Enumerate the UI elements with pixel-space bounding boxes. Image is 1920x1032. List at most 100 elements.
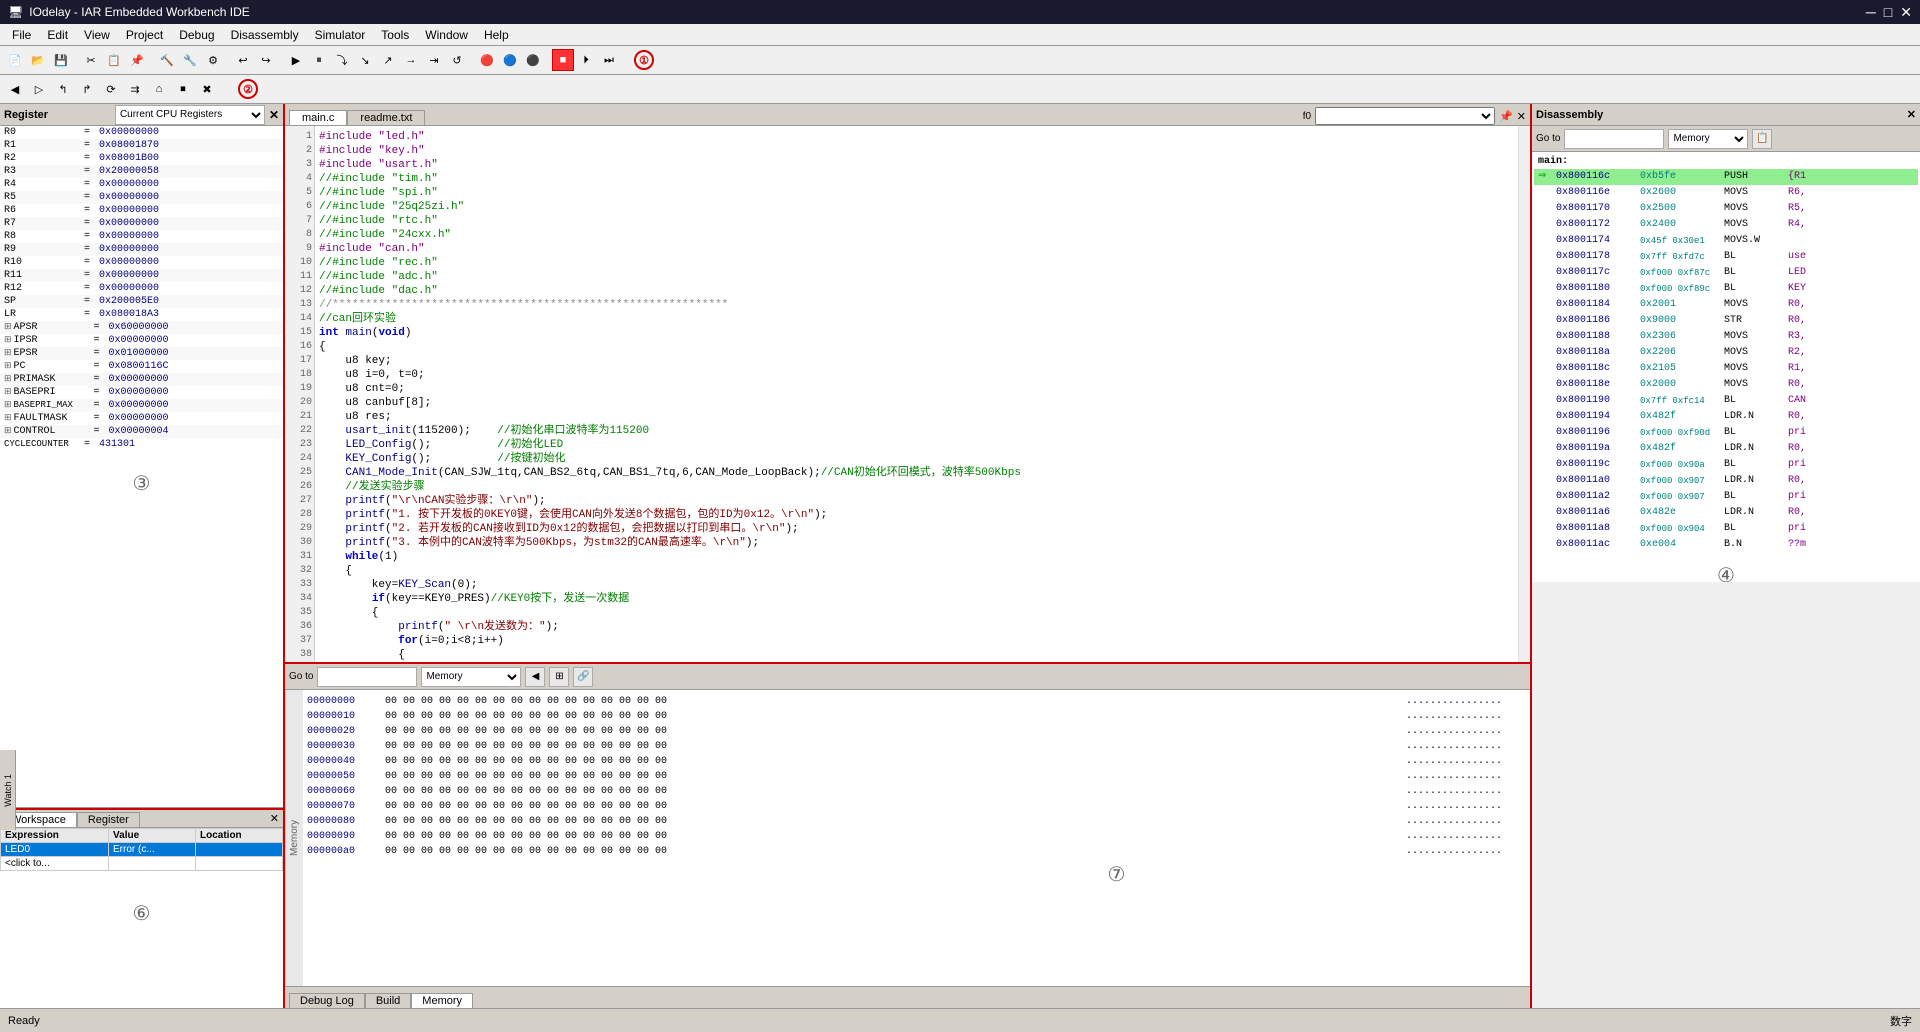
dis-row[interactable]: 0x800119c0xf000 0x90aBLpri [1534,457,1918,473]
tab-build[interactable]: Build [365,993,411,1008]
dis-row[interactable]: 0x80011940x482fLDR.NR0, [1534,409,1918,425]
dis-row[interactable]: 0x800119a0x482fLDR.NR0, [1534,441,1918,457]
dis-row[interactable]: 0x80011900x7ff 0xfc14BLCAN [1534,393,1918,409]
tb2-btn4[interactable]: ↱ [76,78,98,100]
tb2-btn6[interactable]: ⇉ [124,78,146,100]
menu-file[interactable]: File [4,26,39,44]
dis-row[interactable]: 0x80011720x2400MOVSR4, [1534,217,1918,233]
menu-view[interactable]: View [76,26,118,44]
menu-tools[interactable]: Tools [373,26,417,44]
copy-button[interactable]: 📋 [103,49,125,71]
debug-step-out-button[interactable]: ↗ [377,49,399,71]
code-content[interactable]: #include "led.h" #include "key.h" #inclu… [315,126,1518,662]
dis-row[interactable]: 0x80011ac0xe004B.N??m [1534,537,1918,553]
editor-pin-button[interactable]: 📌 [1499,110,1513,123]
debug-btn2[interactable]: ⏵ [575,49,597,71]
tab-memory[interactable]: Memory [411,993,473,1008]
build-button[interactable]: 🔨 [156,49,178,71]
tab-register[interactable]: Register [77,812,140,827]
dis-row[interactable]: 0x80011880x2306MOVSR3, [1534,329,1918,345]
dis-row[interactable]: 0x80011840x2001MOVSR0, [1534,297,1918,313]
dis-row[interactable]: 0x80011a80xf000 0x904BLpri [1534,521,1918,537]
dis-row[interactable]: 0x80011780x7ff 0xfd7cBLuse [1534,249,1918,265]
menu-debug[interactable]: Debug [171,26,222,44]
mem-goto-input[interactable] [317,667,417,687]
main-layout: Register Current CPU Registers ✕ R0=0x00… [0,104,1920,1008]
menu-project[interactable]: Project [118,26,171,44]
tb2-btn7[interactable]: ⌂ [148,78,170,100]
debug-go-button[interactable]: ▶ [285,49,307,71]
cpu-register-dropdown[interactable]: Current CPU Registers [115,105,265,125]
maximize-button[interactable]: □ [1884,4,1892,21]
debug-bkpt1-button[interactable]: 🔴 [476,49,498,71]
paste-button[interactable]: 📌 [126,49,148,71]
title-bar-controls[interactable]: ─ □ ✕ [1866,4,1912,21]
tb2-btn5[interactable]: ⟳ [100,78,122,100]
cut-button[interactable]: ✂ [80,49,102,71]
dis-row[interactable]: 0x800118a0x2206MOVSR2, [1534,345,1918,361]
new-button[interactable]: 📄 [4,49,26,71]
debug-step-into-button[interactable]: ↘ [354,49,376,71]
scrollbar-track[interactable] [1518,126,1530,662]
menu-help[interactable]: Help [476,26,517,44]
dis-row[interactable]: 0x80011740x45f 0x30e1MOVS.W [1534,233,1918,249]
mem-type-dropdown[interactable]: Memory [421,667,521,687]
dis-row[interactable]: 0x80011800xf000 0xf89cBLKEY [1534,281,1918,297]
mem-prev-button[interactable]: ◀ [525,667,545,687]
tab-main-c[interactable]: main.c [289,110,347,125]
tb2-btn8[interactable]: ⏹ [172,78,194,100]
dis-memory-dropdown[interactable]: Memory [1668,129,1748,149]
dis-row[interactable]: 0x800116e0x2600MOVSR6, [1534,185,1918,201]
register-close-button[interactable]: ✕ [269,108,279,122]
tab-readme[interactable]: readme.txt [347,110,425,125]
watch-row-click[interactable]: <click to... [1,857,283,871]
dis-goto-input[interactable] [1564,129,1664,149]
menu-window[interactable]: Window [417,26,476,44]
dis-row[interactable]: 0x80011a60x482eLDR.NR0, [1534,505,1918,521]
dis-row[interactable]: 0x80011700x2500MOVSR5, [1534,201,1918,217]
watch-close-button[interactable]: ✕ [266,810,283,827]
debug-step-over-button[interactable]: ⤵ [331,49,353,71]
menu-disassembly[interactable]: Disassembly [223,26,307,44]
menu-simulator[interactable]: Simulator [307,26,374,44]
dis-row[interactable]: 0x800118c0x2105MOVSR1, [1534,361,1918,377]
debug-break-button[interactable]: ⏸ [308,49,330,71]
dis-section-main: main: [1534,154,1918,169]
dis-current-instruction[interactable]: ⇒ 0x800116c 0xb5fe PUSH {R1 [1534,169,1918,185]
stop-debug-button[interactable]: ■ [552,49,574,71]
save-button[interactable]: 💾 [50,49,72,71]
editor-close-button[interactable]: ✕ [1517,110,1526,123]
dis-row[interactable]: 0x800118e0x2000MOVSR0, [1534,377,1918,393]
memory-content[interactable]: 00000000 00 00 00 00 00 00 00 00 00 00 0… [303,690,1530,986]
debug-reset-button[interactable]: ↺ [446,49,468,71]
menu-edit[interactable]: Edit [39,26,76,44]
debug-btn3[interactable]: ⏭ [598,49,620,71]
function-dropdown[interactable] [1315,107,1495,125]
debug-bkpt2-button[interactable]: 🔵 [499,49,521,71]
disassembly-close-button[interactable]: ✕ [1907,108,1916,121]
tab-debug-log[interactable]: Debug Log [289,993,365,1008]
undo-button[interactable]: ↩ [232,49,254,71]
mem-link-button[interactable]: 🔗 [573,667,593,687]
compile-button[interactable]: ⚙ [202,49,224,71]
rebuild-button[interactable]: 🔧 [179,49,201,71]
open-button[interactable]: 📂 [27,49,49,71]
tb2-btn9[interactable]: ✖ [196,78,218,100]
dis-row[interactable]: 0x80011a20xf000 0x907BLpri [1534,489,1918,505]
debug-next-stmt-button[interactable]: → [400,49,422,71]
tb2-btn3[interactable]: ↰ [52,78,74,100]
dis-row[interactable]: 0x80011a00xf000 0x907LDR.NR0, [1534,473,1918,489]
dis-row[interactable]: 0x800117c0xf000 0xf87cBLLED [1534,265,1918,281]
tb2-btn1[interactable]: ◀ [4,78,26,100]
dis-row[interactable]: 0x80011860x9000STRR0, [1534,313,1918,329]
minimize-button[interactable]: ─ [1866,4,1876,21]
mem-btn2[interactable]: ⊞ [549,667,569,687]
tb2-btn2[interactable]: ▷ [28,78,50,100]
close-button[interactable]: ✕ [1900,4,1912,21]
dis-row[interactable]: 0x80011960xf000 0xf90dBLpri [1534,425,1918,441]
redo-button[interactable]: ↪ [255,49,277,71]
dis-copy-button[interactable]: 📋 [1752,129,1772,149]
debug-bkpt3-button[interactable]: ⚫ [522,49,544,71]
debug-run-to-button[interactable]: ⇥ [423,49,445,71]
watch-row-led0[interactable]: LED0 Error (c... [1,843,283,857]
